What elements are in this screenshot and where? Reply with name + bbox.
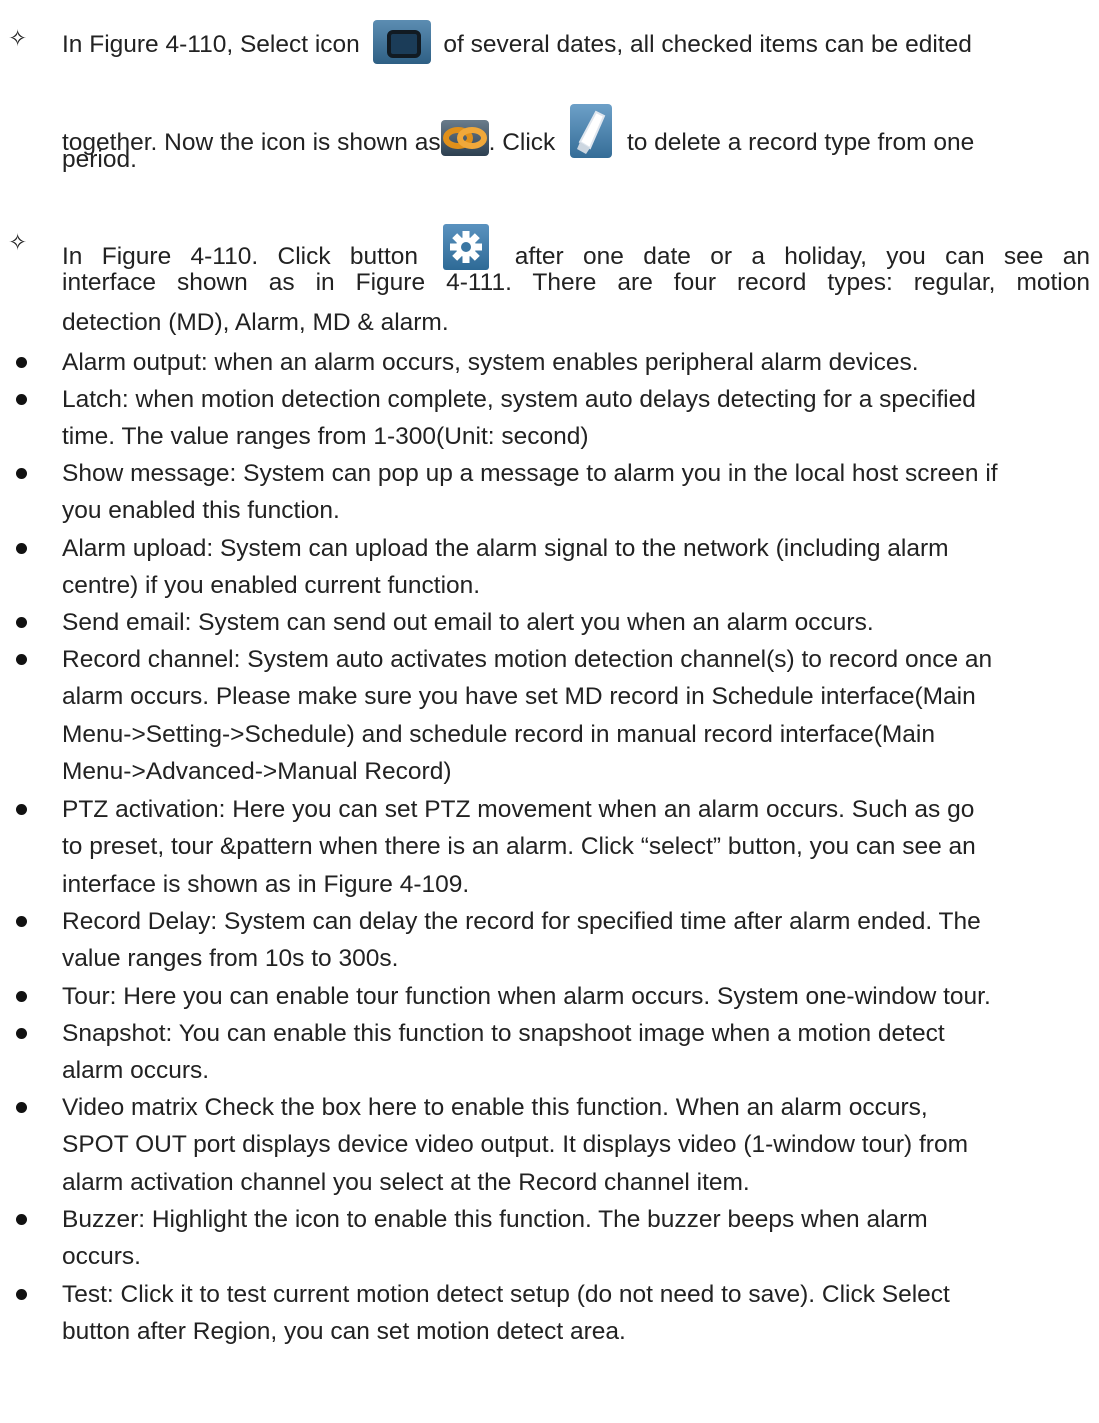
bullet-dot-icon (16, 991, 27, 1002)
text: detection (MD), Alarm, MD & alarm. (62, 309, 449, 336)
bullet-dot-icon (16, 617, 27, 628)
list-item-line: PTZ activation: Here you can set PTZ mov… (62, 796, 975, 823)
list-item-line: Snapshot: You can enable this function t… (62, 1020, 945, 1047)
list-item-line: Video matrix Check the box here to enabl… (62, 1094, 928, 1121)
bullet-dot-icon (16, 394, 27, 405)
list-item-line: time. The value ranges from 1-300(Unit: … (62, 423, 589, 451)
bullet-dot-icon (16, 1289, 27, 1300)
bullet-dot-icon (16, 468, 27, 479)
list-item-line: centre) if you enabled current function. (62, 572, 481, 600)
list-item-line: occurs. (62, 1243, 141, 1271)
diamond-bullet-icon: ✧ (8, 25, 28, 51)
manual-page: ✧ In Figure 4-110, Select icon of severa… (0, 0, 1099, 1423)
list-item-line: button after Region, you can set motion … (62, 1318, 626, 1346)
bullet-dot-icon (16, 1102, 27, 1113)
list-item-line: SPOT OUT port displays device video outp… (62, 1131, 968, 1159)
bullet-dot-icon (16, 357, 27, 368)
bullet-dot-icon (16, 1028, 27, 1039)
list-item-line: Latch: when motion detection complete, s… (62, 386, 976, 413)
list-item-line: to preset, tour &pattern when there is a… (62, 833, 976, 861)
list-item-line: Record channel: System auto activates mo… (62, 646, 993, 673)
text: In Figure 4-110, Select icon (62, 31, 360, 58)
bullet-dot-icon (16, 916, 27, 927)
text: period. (62, 146, 137, 173)
list-item-line: Show message: System can pop up a messag… (62, 460, 998, 487)
list-item-line: you enabled this function. (62, 497, 340, 525)
list-item-line: alarm activation channel you select at t… (62, 1168, 750, 1196)
list-item-line: interface is shown as in Figure 4-109. (62, 870, 470, 898)
list-item-line: Test: Click it to test current motion de… (62, 1281, 950, 1308)
list-item-line: value ranges from 10s to 300s. (62, 945, 399, 973)
bullet-dot-icon (16, 1214, 27, 1225)
list-item-line: Tour: Here you can enable tour function … (62, 983, 991, 1010)
bullet-dot-icon (16, 804, 27, 815)
select-square-icon (372, 20, 431, 64)
diamond-bullet-icon: ✧ (8, 229, 28, 255)
list-item-line: alarm occurs. (62, 1057, 210, 1085)
list-item-line: Menu->Advanced->Manual Record) (62, 757, 452, 785)
list-item-line: Buzzer: Highlight the icon to enable thi… (62, 1206, 928, 1233)
text: interface shown as in Figure 4-111. Ther… (62, 269, 1090, 296)
list-item-line: Alarm upload: System can upload the alar… (62, 535, 949, 562)
list-item-line: alarm occurs. Please make sure you have … (62, 683, 976, 711)
text: of several dates, all checked items can … (443, 31, 972, 58)
bullet-dot-icon (16, 543, 27, 554)
list-item-line: Menu->Setting->Schedule) and schedule re… (62, 720, 935, 748)
list-item-line: Record Delay: System can delay the recor… (62, 908, 981, 935)
list-item-line: Send email: System can send out email to… (62, 609, 874, 636)
bullet-dot-icon (16, 654, 27, 665)
list-item-line: Alarm output: when an alarm occurs, syst… (62, 349, 919, 376)
